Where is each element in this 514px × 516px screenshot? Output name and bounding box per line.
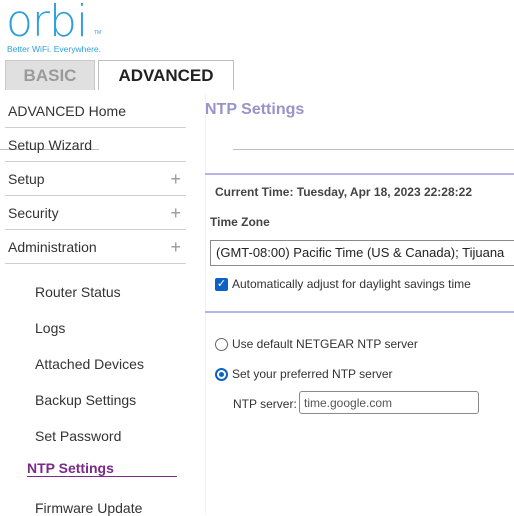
current-time: Current Time: Tuesday, Apr 18, 2023 22:2… xyxy=(215,185,472,199)
main-tabs: BASIC ADVANCED xyxy=(0,60,514,150)
sidebar-item-security[interactable]: Security + xyxy=(5,196,186,230)
expand-plus-icon[interactable]: + xyxy=(170,162,181,196)
tab-basic[interactable]: BASIC xyxy=(5,60,95,90)
time-zone-select[interactable]: (GMT-08:00) Pacific Time (US & Canada); … xyxy=(210,240,514,266)
logo-tagline: Better WiFi. Everywhere. xyxy=(7,44,101,54)
page-title: NTP Settings xyxy=(205,101,305,118)
time-zone-label: Time Zone xyxy=(210,215,270,229)
dst-label: Automatically adjust for daylight saving… xyxy=(232,277,471,291)
sidebar-item-label: Security xyxy=(8,205,59,221)
sidebar-item-label: Administration xyxy=(8,239,97,255)
sidebar-item-setup[interactable]: Setup + xyxy=(5,162,186,196)
sidebar-sub-set-password[interactable]: Set Password xyxy=(35,428,121,444)
logo-trademark: TM xyxy=(94,30,102,36)
expand-plus-icon[interactable]: + xyxy=(170,230,181,264)
sidebar-sub-logs[interactable]: Logs xyxy=(35,320,65,336)
ntp-default-row: Use default NETGEAR NTP server xyxy=(215,337,418,351)
sidebar-item-administration[interactable]: Administration + xyxy=(5,230,186,264)
sidebar-item-label: ADVANCED Home xyxy=(8,103,126,119)
sidebar-item-advanced-home[interactable]: ADVANCED Home xyxy=(5,94,186,128)
active-underline xyxy=(27,476,177,477)
sidebar-item-label: Setup Wizard xyxy=(8,137,93,153)
expand-plus-icon[interactable]: + xyxy=(170,196,181,230)
orbi-logo: orbi TM Better WiFi. Everywhere. xyxy=(6,0,101,54)
dst-checkbox[interactable]: ✓ xyxy=(215,277,228,291)
ntp-server-label: NTP server: xyxy=(233,397,297,411)
dst-row: ✓ Automatically adjust for daylight savi… xyxy=(215,277,471,291)
tab-advanced[interactable]: ADVANCED xyxy=(98,60,234,90)
ntp-default-radio[interactable] xyxy=(215,337,228,351)
sidebar-divider xyxy=(205,94,206,515)
ntp-server-input[interactable] xyxy=(299,391,479,414)
sidebar-item-label: Setup xyxy=(8,171,45,187)
ntp-preferred-label: Set your preferred NTP server xyxy=(232,367,393,381)
sidebar-sub-firmware-update[interactable]: Firmware Update xyxy=(35,500,142,516)
sidebar-sub-backup-settings[interactable]: Backup Settings xyxy=(35,392,136,408)
sidebar-item-setup-wizard[interactable]: Setup Wizard xyxy=(5,128,186,162)
ntp-default-label: Use default NETGEAR NTP server xyxy=(232,337,418,351)
sidebar-sub-attached-devices[interactable]: Attached Devices xyxy=(35,356,144,372)
section-divider xyxy=(205,173,514,175)
sidebar-sub-router-status[interactable]: Router Status xyxy=(35,284,121,300)
logo-wordmark: orbi xyxy=(6,0,88,47)
sidebar-sub-ntp-settings[interactable]: NTP Settings xyxy=(27,460,114,476)
ntp-preferred-row: Set your preferred NTP server xyxy=(215,367,393,381)
ntp-preferred-radio[interactable] xyxy=(215,367,228,381)
section-divider xyxy=(205,311,514,313)
